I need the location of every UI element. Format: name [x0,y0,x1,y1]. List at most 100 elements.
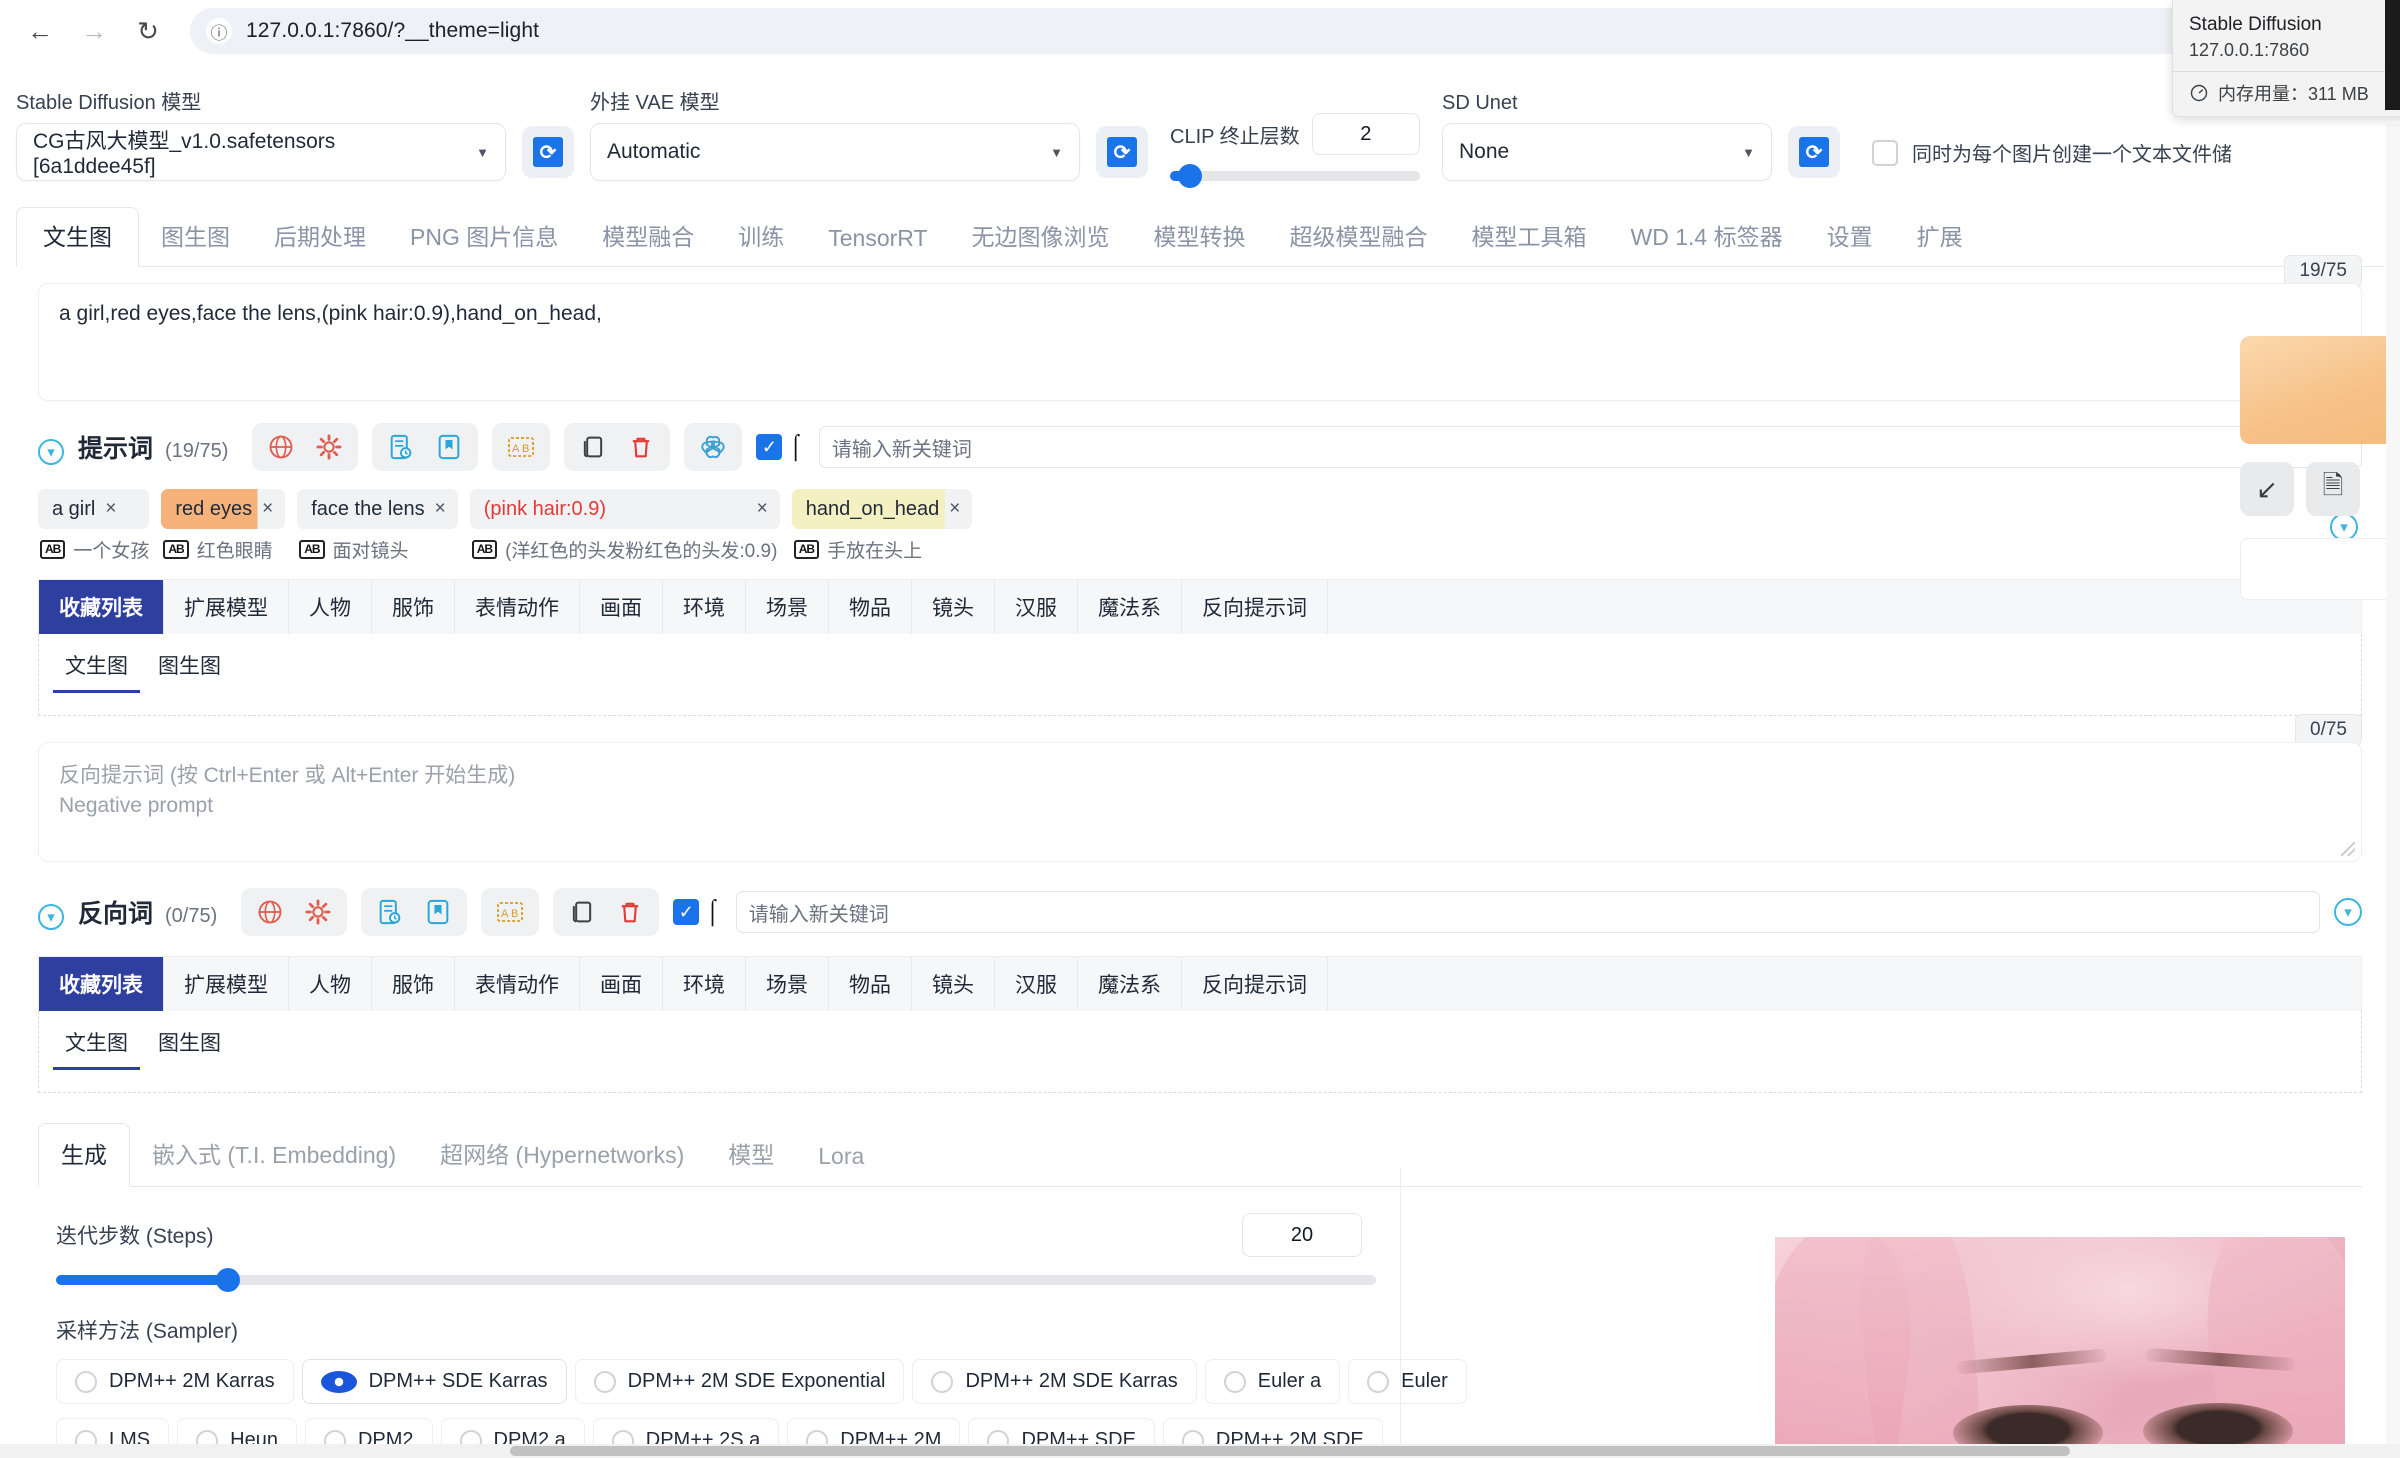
close-icon[interactable]: × [435,498,446,520]
horizontal-scrollbar[interactable] [0,1444,2400,1458]
main-tab-8[interactable]: 模型转换 [1132,208,1268,266]
close-icon[interactable]: × [105,498,116,520]
reload-button[interactable]: ↻ [126,9,170,53]
main-tab-4[interactable]: 模型融合 [580,208,716,266]
arrow-down-left-icon[interactable]: ↙ [2240,462,2294,516]
prompt-chip[interactable]: face the lens× [297,489,458,529]
radio-icon[interactable] [1367,1371,1389,1393]
category-tab-10[interactable]: 汉服 [995,957,1078,1011]
clip-skip-slider[interactable] [1170,171,1420,181]
category-tab-3[interactable]: 服饰 [372,957,455,1011]
sd-model-dropdown[interactable]: CG古风大模型_v1.0.safetensors [6a1ddee45f] ▼ [16,123,506,181]
close-icon[interactable]: × [949,498,960,520]
generation-tab-2[interactable]: 超网络 (Hypernetworks) [418,1124,706,1186]
category-tab-12[interactable]: 反向提示词 [1182,580,1328,634]
positive-keyword-checkbox[interactable]: ✓ [756,434,782,460]
subtab-1[interactable]: 图生图 [146,1021,233,1070]
openai-icon[interactable] [696,430,730,464]
category-tab-11[interactable]: 魔法系 [1078,580,1182,634]
negative-prompt-textarea[interactable]: 反向提示词 (按 Ctrl+Enter 或 Alt+Enter 开始生成) Ne… [38,742,2362,862]
gear-icon[interactable] [301,895,335,929]
positive-panel-title-group[interactable]: ▾ 提示词 (19/75) [38,429,228,465]
negative-panel-title-group[interactable]: ▾ 反向词 (0/75) [38,894,217,930]
category-tab-6[interactable]: 环境 [663,957,746,1011]
sampler-option[interactable]: DPM++ SDE Karras [302,1359,567,1404]
category-tab-9[interactable]: 镜头 [912,957,995,1011]
category-tab-9[interactable]: 镜头 [912,580,995,634]
generation-tab-4[interactable]: Lora [796,1131,886,1186]
subtab-0[interactable]: 文生图 [53,1021,140,1070]
radio-icon[interactable] [931,1371,953,1393]
negative-keyword-checkbox[interactable]: ✓ [673,899,699,925]
generation-tab-0[interactable]: 生成 [38,1123,130,1187]
radio-icon[interactable] [1224,1371,1246,1393]
horizontal-scrollbar-thumb[interactable] [510,1446,2070,1456]
copy-icon[interactable] [576,430,610,464]
orange-preview-card[interactable] [2240,336,2400,444]
refresh-sd-model-button[interactable]: ⟳ [522,126,574,178]
vae-model-dropdown[interactable]: Automatic ▼ [590,123,1080,181]
chevron-down-icon[interactable]: ▾ [38,439,64,465]
generated-image-preview[interactable] [1775,1237,2345,1458]
clip-skip-slider-knob[interactable] [1178,164,1202,188]
main-tab-5[interactable]: 训练 [716,208,806,266]
category-tab-12[interactable]: 反向提示词 [1182,957,1328,1011]
category-tab-2[interactable]: 人物 [289,580,372,634]
category-tab-5[interactable]: 画面 [580,580,663,634]
main-tab-9[interactable]: 超级模型融合 [1268,208,1450,266]
bookmark-icon[interactable] [432,430,466,464]
close-icon[interactable]: × [262,498,273,520]
subtab-0[interactable]: 文生图 [53,644,140,693]
main-tab-1[interactable]: 图生图 [139,208,252,266]
prompt-chip[interactable]: red eyes× [161,489,285,529]
resize-grip-icon[interactable] [2341,842,2355,856]
main-tab-10[interactable]: 模型工具箱 [1450,208,1609,266]
prompt-chip[interactable]: hand_on_head× [792,489,973,529]
positive-keyword-input[interactable]: 请输入新关键词 [819,426,2362,468]
notepad-icon[interactable]: 🗎 [2306,462,2360,516]
bookmark-icon[interactable] [421,895,455,929]
category-tab-10[interactable]: 汉服 [995,580,1078,634]
category-tab-3[interactable]: 服饰 [372,580,455,634]
category-tab-8[interactable]: 物品 [829,957,912,1011]
create-text-file-checkbox[interactable] [1872,140,1898,166]
main-tab-7[interactable]: 无边图像浏览 [950,208,1132,266]
category-tab-6[interactable]: 环境 [663,580,746,634]
chevron-down-icon[interactable]: ▾ [38,904,64,930]
main-tab-0[interactable]: 文生图 [16,207,139,267]
translate-ab-icon[interactable]: AB [493,895,527,929]
sd-unet-dropdown[interactable]: None ▼ [1442,123,1772,181]
category-tab-4[interactable]: 表情动作 [455,580,580,634]
back-button[interactable]: ← [18,9,62,53]
translate-ab-icon[interactable]: AB [504,430,538,464]
category-tab-1[interactable]: 扩展模型 [164,580,289,634]
sampler-option[interactable]: DPM++ 2M SDE Karras [912,1359,1196,1404]
main-tab-11[interactable]: WD 1.4 标签器 [1609,208,1805,266]
gear-icon[interactable] [312,430,346,464]
steps-slider-knob[interactable] [216,1268,240,1292]
main-tab-2[interactable]: 后期处理 [252,208,388,266]
category-tab-1[interactable]: 扩展模型 [164,957,289,1011]
clip-skip-value[interactable]: 2 [1312,113,1420,155]
main-tab-6[interactable]: TensorRT [806,215,949,266]
prompt-chip[interactable]: (pink hair:0.9)× [470,489,780,529]
refresh-unet-button[interactable]: ⟳ [1788,126,1840,178]
create-text-file-checkbox-row[interactable]: 同时为每个图片创建一个文本文件储 [1872,138,2232,167]
info-circle-icon[interactable]: ⓘ [206,18,232,44]
prompt-chip[interactable]: a girl× [38,489,149,529]
steps-value-input[interactable]: 20 [1242,1213,1362,1257]
generation-tab-1[interactable]: 嵌入式 (T.I. Embedding) [130,1124,418,1186]
trash-icon[interactable] [624,430,658,464]
refresh-vae-button[interactable]: ⟳ [1096,126,1148,178]
main-tab-12[interactable]: 设置 [1805,208,1895,266]
category-tab-11[interactable]: 魔法系 [1078,957,1182,1011]
globe-icon[interactable] [253,895,287,929]
document-clock-icon[interactable] [384,430,418,464]
category-tab-0[interactable]: 收藏列表 [39,580,164,634]
trash-icon[interactable] [613,895,647,929]
radio-icon[interactable] [75,1371,97,1393]
globe-icon[interactable] [264,430,298,464]
main-tab-3[interactable]: PNG 图片信息 [388,208,580,266]
category-tab-2[interactable]: 人物 [289,957,372,1011]
copy-icon[interactable] [565,895,599,929]
